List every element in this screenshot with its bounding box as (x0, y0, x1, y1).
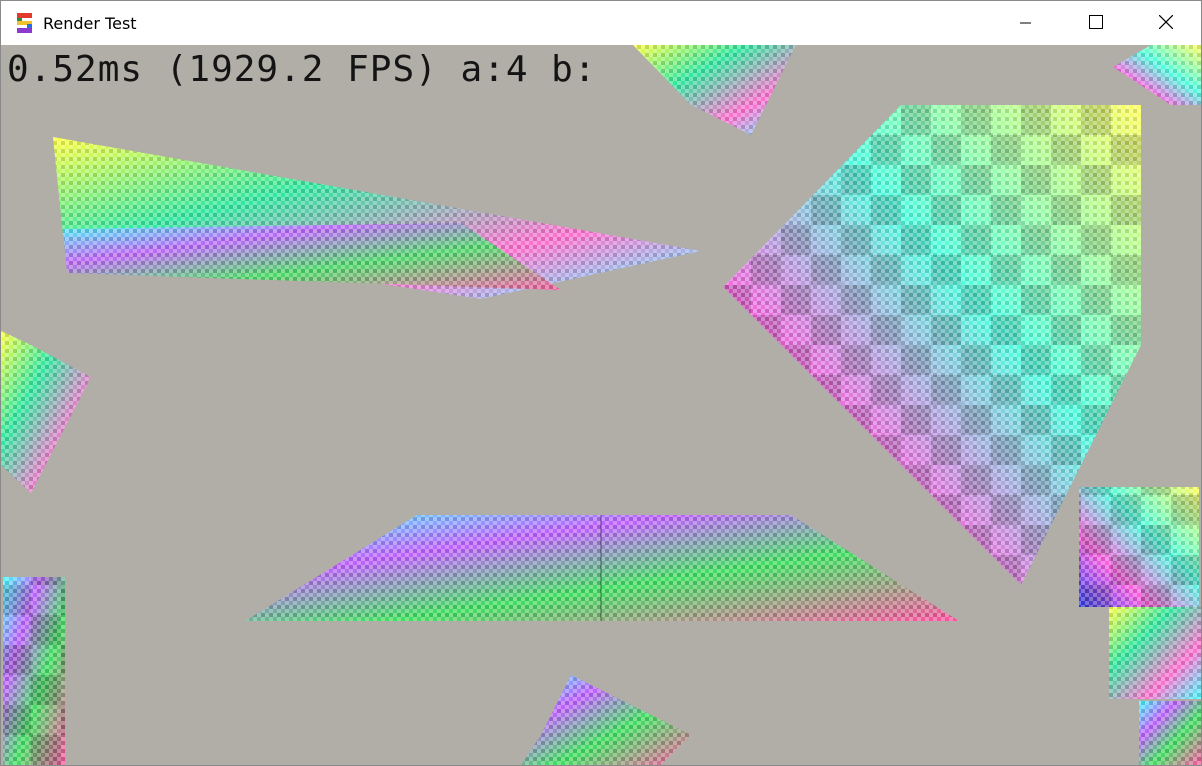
render-scene (1, 45, 1201, 765)
minimize-button[interactable] (991, 1, 1061, 45)
close-button[interactable] (1131, 1, 1201, 45)
tile-diamond-left (1, 331, 91, 493)
window-title: Render Test (43, 14, 137, 33)
tile-diamond-top-right (1113, 45, 1201, 105)
close-icon (1158, 14, 1174, 33)
rotated-quad-large (723, 105, 1141, 585)
floor-plane (245, 515, 959, 621)
tile-squares-right (1079, 487, 1201, 765)
minimize-icon (1020, 14, 1032, 33)
tile-diamond-bottom (521, 675, 691, 765)
app-window: Render Test 0.52ms (1929.2 FPS) a:4 b: (0, 0, 1202, 766)
render-app-icon (15, 12, 35, 34)
render-canvas[interactable]: 0.52ms (1929.2 FPS) a:4 b: (1, 45, 1201, 765)
title-bar[interactable]: Render Test (1, 1, 1201, 45)
tile-squares-left (3, 577, 65, 765)
tile-diamond-top (633, 45, 796, 135)
maximize-icon (1089, 14, 1103, 33)
maximize-button[interactable] (1061, 1, 1131, 45)
stats-overlay: 0.52ms (1929.2 FPS) a:4 b: (7, 49, 597, 90)
